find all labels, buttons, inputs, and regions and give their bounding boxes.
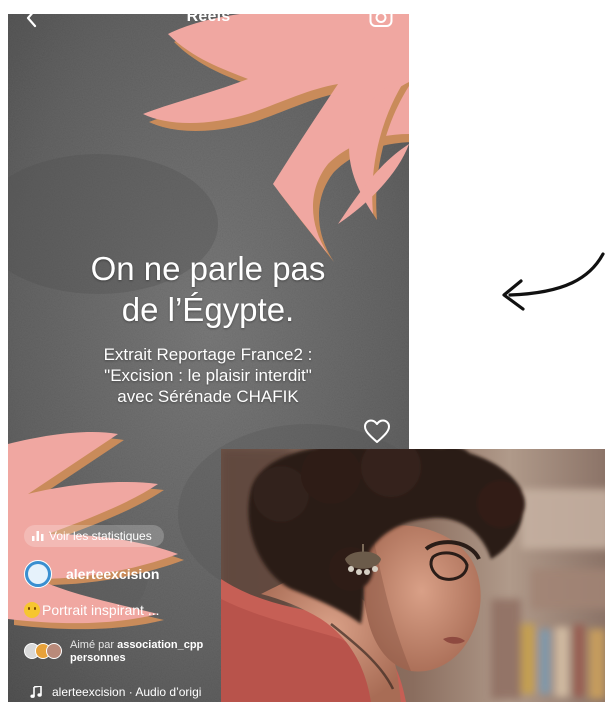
liked-by-suffix: personnes: [70, 652, 126, 664]
video-still-image: [221, 449, 605, 702]
audio-row[interactable]: alerteexcision · Audio d’origi: [30, 684, 201, 700]
music-note-icon: [30, 686, 42, 698]
subtitle-line-1: Extrait Reportage France2 :: [103, 345, 313, 364]
subtitle-line-2: "Excision : le plaisir interdit": [104, 366, 312, 385]
headline-line-1: On ne parle pas: [90, 250, 326, 287]
smile-emoji-icon: [24, 602, 40, 618]
view-statistics-button[interactable]: Voir les statistiques: [24, 525, 164, 547]
reel-headline: On ne parle pas de l’Égypte.: [38, 248, 378, 330]
avatar[interactable]: [24, 560, 52, 588]
camera-icon[interactable]: [369, 14, 393, 28]
reel-caption[interactable]: Portrait inspirant ...: [24, 600, 160, 620]
avatar-logo: [28, 564, 48, 584]
liked-by-user[interactable]: association_cpp: [117, 639, 203, 651]
video-still: [221, 449, 605, 702]
liker-avatar: [46, 643, 62, 659]
audio-label: alerteexcision · Audio d’origi: [52, 685, 202, 699]
heart-icon[interactable]: [363, 418, 391, 444]
liked-by-prefix: Aimé par: [70, 639, 118, 651]
liker-avatars: [24, 643, 62, 661]
liked-by-text: Aimé par association_cpp personnes: [70, 639, 203, 665]
view-statistics-label: Voir les statistiques: [49, 529, 152, 543]
headline-line-2: de l’Égypte.: [121, 291, 295, 328]
bar-chart-icon: [32, 531, 44, 541]
caption-text: Portrait inspirant ...: [42, 602, 160, 618]
account-name[interactable]: alerteexcision: [66, 566, 159, 582]
reel-subtitle: Extrait Reportage France2 : "Excision : …: [28, 344, 388, 407]
collage-canvas: Reels On ne parle pas de l’Égypte. Extra…: [0, 0, 605, 702]
reel-header-title: Reels: [186, 14, 231, 25]
subtitle-line-3: avec Sérénade CHAFIK: [117, 387, 299, 406]
liked-by-row[interactable]: Aimé par association_cpp personnes: [24, 637, 203, 667]
reel-top-bar: Reels: [8, 14, 409, 30]
account-row[interactable]: alerteexcision: [24, 560, 159, 588]
curved-arrow-icon: [502, 252, 605, 311]
